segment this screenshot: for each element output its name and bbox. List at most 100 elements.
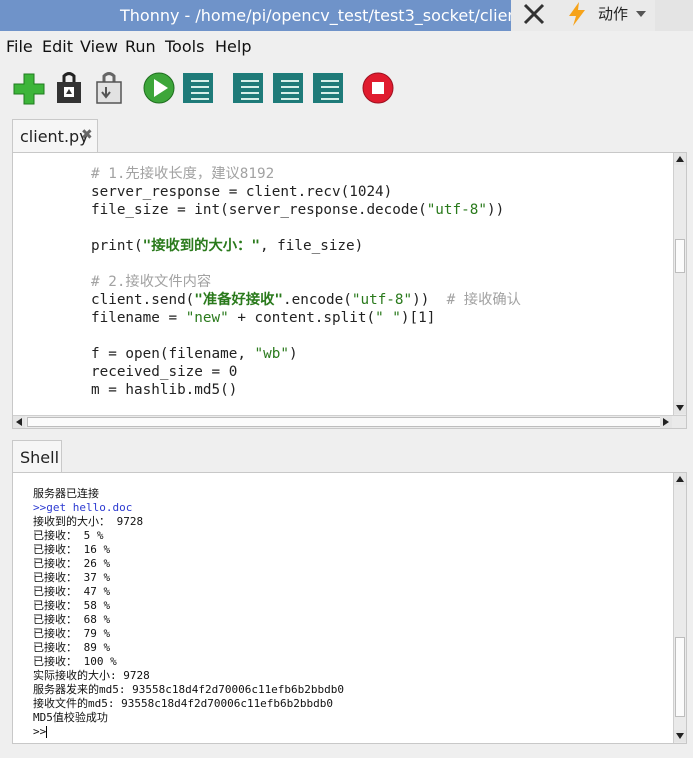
shell-output-line: 已接收： 58 % [33, 599, 111, 612]
chevron-down-icon[interactable] [636, 11, 646, 17]
code-token: ) [288, 346, 298, 362]
scroll-down-icon[interactable] [674, 402, 686, 414]
menu-view[interactable]: View [80, 37, 118, 56]
code-string: "wb" [254, 346, 289, 362]
code-token: .encode( [283, 292, 352, 308]
code-line[interactable] [91, 255, 521, 273]
code-token: received_size = 0 [91, 364, 238, 380]
code-token: )[1] [400, 310, 436, 326]
scroll-up-icon[interactable] [674, 153, 686, 165]
code-line[interactable] [91, 219, 521, 237]
scrollbar-thumb[interactable] [675, 239, 685, 273]
code-token: m = hashlib.md5() [91, 382, 238, 398]
editor-vertical-scrollbar[interactable] [673, 153, 686, 415]
title-bar-end [655, 0, 693, 31]
code-line[interactable]: # 2.接收文件内容 [91, 273, 521, 291]
menu-bar: File Edit View Run Tools Help [0, 34, 693, 60]
code-line[interactable]: # 1.先接收长度，建议8192 [91, 165, 521, 183]
scrollbar-thumb[interactable] [675, 637, 685, 717]
shell-output-line: 接收文件的md5: 93558c18d4f2d70006c11efb6b2bbd… [33, 697, 334, 710]
debug-icon[interactable] [183, 73, 213, 103]
shell-output-line: MD5值校验成功 [33, 711, 108, 724]
code-string: "接收到的大小：" [142, 238, 260, 254]
step-out-icon[interactable] [313, 73, 343, 103]
shell-output-line: 服务器已连接 [33, 487, 99, 500]
code-line[interactable]: print("接收到的大小：", file_size) [91, 237, 521, 255]
code-editor[interactable]: # 1.先接收长度，建议8192 server_response = client… [12, 152, 687, 429]
menu-help[interactable]: Help [215, 37, 251, 56]
shell-output-line: 实际接收的大小: 9728 [33, 669, 150, 682]
save-file-icon[interactable] [92, 70, 126, 106]
tab-shell[interactable]: Shell [12, 440, 62, 472]
scroll-up-icon[interactable] [674, 473, 686, 485]
step-into-icon[interactable] [273, 73, 303, 103]
scrollbar-thumb[interactable] [27, 417, 667, 427]
text-cursor [46, 726, 48, 738]
shell-output-line: 已接收： 26 % [33, 557, 111, 570]
code-string: "utf-8" [351, 292, 413, 308]
code-comment: # 2.接收文件内容 [91, 274, 212, 290]
prompt-symbol: >> [33, 725, 47, 738]
code-comment: # 1.先接收长度，建议8192 [91, 166, 275, 182]
editor-horizontal-scrollbar[interactable] [13, 415, 686, 428]
code-line[interactable]: f = open(filename, "wb") [91, 345, 521, 363]
code-line[interactable] [91, 327, 521, 345]
shell-command-line: >>get hello.doc [33, 501, 133, 514]
shell-output-line: 已接收： 5 % [33, 529, 104, 542]
window-title: Thonny - /home/pi/opencv_test/test3_sock… [120, 6, 511, 25]
scroll-left-icon[interactable] [13, 416, 25, 428]
tab-label: Shell [20, 448, 60, 467]
code-token: , file_size) [259, 238, 364, 254]
close-icon[interactable]: ✖ [81, 127, 93, 143]
code-comment: # 接收确认 [446, 292, 521, 308]
shell-output-line: 已接收： 68 % [33, 613, 111, 626]
step-over-icon[interactable] [233, 73, 263, 103]
run-icon[interactable] [142, 70, 176, 106]
code-token: + content.split( [228, 310, 376, 326]
code-line[interactable]: file_size = int(server_response.decode("… [91, 201, 521, 219]
shell-console[interactable]: 服务器已连接 >>get hello.doc 接收到的大小： 9728 已接收： 5 … [12, 472, 687, 744]
code-token: server_response = client.recv(1024) [91, 184, 393, 200]
close-icon[interactable] [520, 0, 548, 28]
open-file-icon[interactable] [52, 70, 86, 106]
code-token: client.send( [91, 292, 195, 308]
code-text[interactable]: # 1.先接收长度，建议8192 server_response = client… [91, 165, 521, 399]
shell-vertical-scrollbar[interactable] [673, 473, 686, 743]
shell-output[interactable]: 服务器已连接 >>get hello.doc 接收到的大小： 9728 已接收： 5 … [33, 487, 344, 739]
tab-client-py[interactable]: client.py ✖ [12, 119, 98, 152]
shell-prompt[interactable]: >> [33, 725, 344, 739]
menu-edit[interactable]: Edit [42, 37, 73, 56]
code-line[interactable]: m = hashlib.md5() [91, 381, 521, 399]
code-token: )) [412, 292, 447, 308]
new-file-icon[interactable] [12, 70, 46, 106]
menu-file[interactable]: File [6, 37, 33, 56]
code-string: "new" [185, 310, 229, 326]
code-token: print( [91, 238, 143, 254]
shell-output-line: 接收到的大小： 9728 [33, 515, 144, 528]
code-token: file_size = int(server_response.decode( [91, 202, 427, 218]
code-line[interactable]: filename = "new" + content.split(" ")[1] [91, 309, 521, 327]
shell-output-line: 已接收： 37 % [33, 571, 111, 584]
code-string: " " [375, 310, 401, 326]
code-string: "utf-8" [426, 202, 487, 218]
menu-run[interactable]: Run [125, 37, 156, 56]
tab-label: client.py [20, 127, 89, 146]
shell-output-line: 已接收： 47 % [33, 585, 111, 598]
scroll-down-icon[interactable] [674, 730, 686, 742]
action-menu-label[interactable]: 动作 [598, 3, 628, 24]
scroll-right-icon[interactable] [660, 416, 672, 428]
code-line[interactable]: client.send("准备好接收".encode("utf-8")) # 接… [91, 291, 521, 309]
menu-tools[interactable]: Tools [165, 37, 204, 56]
shell-output-line: 已接收： 16 % [33, 543, 111, 556]
code-line[interactable]: received_size = 0 [91, 363, 521, 381]
shell-output-line: 已接收： 79 % [33, 627, 111, 640]
code-line[interactable]: server_response = client.recv(1024) [91, 183, 521, 201]
code-token: filename = [91, 310, 186, 326]
code-token: f = open(filename, [91, 346, 255, 362]
shell-output-line: 服务器发来的md5: 93558c18d4f2d70006c11efb6b2bb… [33, 683, 345, 696]
lightning-icon [569, 2, 585, 26]
shell-output-line: 已接收： 89 % [33, 641, 111, 654]
stop-icon[interactable] [362, 70, 396, 106]
window-title-area[interactable]: Thonny - /home/pi/opencv_test/test3_sock… [0, 0, 511, 31]
code-string: "准备好接收" [194, 292, 283, 308]
